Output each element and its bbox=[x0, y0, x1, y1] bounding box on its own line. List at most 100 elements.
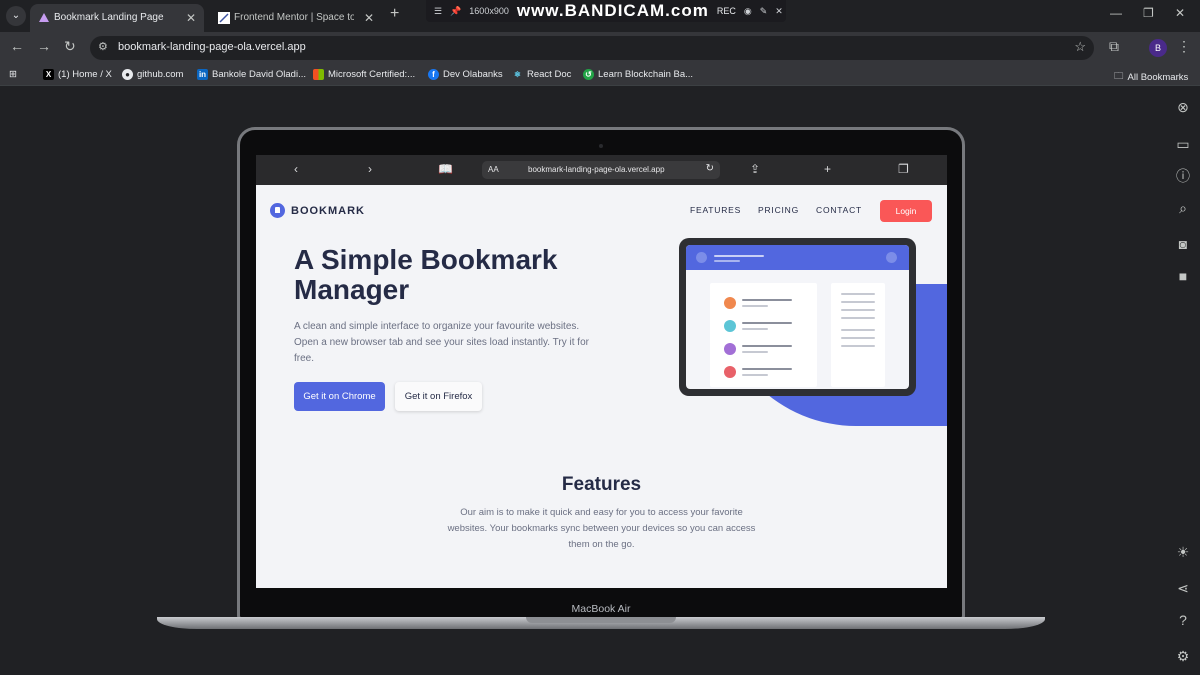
brightness-icon[interactable]: ☀ bbox=[1174, 543, 1192, 561]
purple-dot bbox=[724, 343, 736, 355]
address-bar[interactable]: ⚙ bookmark-landing-page-ola.vercel.app ☆ bbox=[90, 36, 1094, 60]
side-line bbox=[841, 345, 875, 347]
tablet-list-card bbox=[710, 283, 817, 387]
list-line bbox=[742, 368, 792, 370]
vercel-favicon-icon bbox=[39, 13, 49, 22]
list-line bbox=[742, 328, 768, 330]
inner-address-bar[interactable]: AA bookmark-landing-page-ola.vercel.app … bbox=[482, 161, 720, 179]
close-window-icon[interactable]: ✕ bbox=[1175, 6, 1185, 20]
bookmark-microsoft[interactable]: Microsoft Certified:... bbox=[313, 69, 415, 80]
tablet-header-line bbox=[714, 260, 740, 262]
bookmark-react-doc[interactable]: ⚛ React Doc bbox=[512, 69, 571, 80]
login-button[interactable]: Login bbox=[880, 200, 932, 222]
get-chrome-button[interactable]: Get it on Chrome bbox=[294, 382, 385, 411]
side-line bbox=[841, 309, 875, 311]
menu-icon[interactable]: ☰ bbox=[434, 6, 442, 17]
recorder-rec[interactable]: REC bbox=[717, 6, 736, 16]
inner-forward-icon[interactable]: › bbox=[368, 162, 372, 176]
share-icon[interactable]: ⇪ bbox=[750, 162, 760, 176]
x-icon: X bbox=[43, 69, 54, 80]
get-firefox-button[interactable]: Get it on Firefox bbox=[395, 382, 482, 411]
inner-back-icon[interactable]: ‹ bbox=[294, 162, 298, 176]
address-url[interactable]: bookmark-landing-page-ola.vercel.app bbox=[118, 41, 306, 53]
profile-avatar[interactable]: B bbox=[1149, 39, 1167, 57]
close-tab-icon[interactable]: ✕ bbox=[364, 4, 374, 32]
site-info-icon[interactable]: ⚙ bbox=[98, 40, 108, 53]
responsive-viewer-sidebar: ⊗ ▭ ⓘ ⌕ ◙ ■ ☀ ⋖ ? ⚙ bbox=[1166, 88, 1200, 675]
hero-title: A Simple Bookmark Manager bbox=[294, 244, 558, 305]
inner-reload-icon[interactable]: ↻ bbox=[706, 163, 714, 174]
screenshot-icon[interactable]: ◙ bbox=[1174, 235, 1192, 253]
more-menu-icon[interactable]: ⋮ bbox=[1177, 38, 1191, 55]
nav-features[interactable]: FEATURES bbox=[690, 205, 741, 215]
react-icon: ⚛ bbox=[513, 70, 522, 79]
facebook-icon: f bbox=[428, 69, 439, 80]
side-line bbox=[841, 317, 875, 319]
inner-browser-bar: ‹ › 📖 AA bookmark-landing-page-ola.verce… bbox=[256, 155, 947, 185]
reload-icon[interactable]: ↻ bbox=[64, 38, 76, 55]
pin-icon[interactable]: 📌 bbox=[450, 6, 461, 17]
website-viewport: BOOKMARK FEATURES PRICING CONTACT Login … bbox=[256, 185, 947, 588]
bookmark-x[interactable]: X (1) Home / X bbox=[43, 69, 112, 80]
red-dot bbox=[724, 366, 736, 378]
side-line bbox=[841, 301, 875, 303]
bookmark-linkedin[interactable]: in Bankole David Oladi... bbox=[197, 69, 306, 80]
list-line bbox=[742, 305, 768, 307]
tab-title: Bookmark Landing Page bbox=[54, 12, 164, 23]
help-icon[interactable]: ? bbox=[1174, 611, 1192, 629]
nav-contact[interactable]: CONTACT bbox=[816, 205, 862, 215]
new-tab-icon[interactable]: + bbox=[390, 5, 399, 23]
text-size-toggle[interactable]: AA bbox=[488, 165, 499, 174]
close-circle-icon[interactable]: ⊗ bbox=[1174, 98, 1192, 116]
minimize-icon[interactable]: — bbox=[1110, 6, 1122, 20]
blockchain-icon: ↺ bbox=[583, 69, 594, 80]
device-label: MacBook Air bbox=[571, 603, 631, 615]
recorder-resolution: 1600x900 bbox=[469, 6, 509, 16]
recorder-brand: www.BANDICAM.com bbox=[516, 1, 709, 20]
tab-bookmark-landing[interactable]: Bookmark Landing Page ✕ bbox=[30, 4, 204, 32]
inner-url: bookmark-landing-page-ola.vercel.app bbox=[528, 165, 665, 174]
bookmarks-bar: ⊞ X (1) Home / X ● github.com in Bankole Da… bbox=[0, 64, 1200, 86]
bookmark-github[interactable]: ● github.com bbox=[122, 69, 183, 80]
devices-icon[interactable]: ▭ bbox=[1174, 135, 1192, 153]
tab-title: Frontend Mentor | Space tourism bbox=[234, 12, 354, 23]
camera-icon[interactable]: ◉ bbox=[744, 6, 752, 17]
list-line bbox=[742, 322, 792, 324]
tablet-screen bbox=[686, 245, 909, 389]
nav-pricing[interactable]: PRICING bbox=[758, 205, 799, 215]
logo-text: BOOKMARK bbox=[291, 204, 365, 217]
bookmark-dev-olabanks[interactable]: f Dev Olabanks bbox=[428, 69, 503, 80]
tablet-avatar-dot bbox=[696, 252, 707, 263]
restore-icon[interactable]: ❐ bbox=[1143, 6, 1154, 20]
apps-grid-icon[interactable]: ⊞ bbox=[9, 69, 17, 80]
tabs-icon[interactable]: ❐ bbox=[898, 162, 909, 176]
macbook-notch bbox=[526, 617, 676, 623]
share-icon[interactable]: ⋖ bbox=[1174, 579, 1192, 597]
microsoft-icon bbox=[313, 69, 324, 80]
reader-book-icon[interactable]: 📖 bbox=[438, 162, 453, 176]
forward-arrow-icon[interactable]: → bbox=[37, 38, 51, 54]
linkedin-icon: in bbox=[197, 69, 208, 80]
all-bookmarks[interactable]: 🗀 All Bookmarks bbox=[1114, 69, 1188, 85]
features-description: Our aim is to make it quick and easy for… bbox=[447, 507, 756, 550]
recorder-overlay: ☰ 📌 1600x900 www.BANDICAM.com REC ◉ ✎ ✕ bbox=[426, 0, 786, 22]
bookmark-logo-icon bbox=[270, 203, 285, 218]
settings-gear-icon[interactable]: ⚙ bbox=[1174, 647, 1192, 665]
close-icon[interactable]: ✕ bbox=[775, 6, 783, 17]
features-title: Features bbox=[561, 474, 642, 495]
bookmark-star-icon[interactable]: ☆ bbox=[1074, 39, 1086, 55]
pencil-icon[interactable]: ✎ bbox=[760, 6, 768, 17]
back-arrow-icon[interactable]: ← bbox=[10, 38, 24, 54]
extensions-icon[interactable]: ⧉ bbox=[1109, 38, 1119, 55]
orange-dot bbox=[724, 297, 736, 309]
info-icon[interactable]: ⓘ bbox=[1174, 167, 1192, 185]
video-icon[interactable]: ■ bbox=[1174, 267, 1192, 285]
new-tab-plus-icon[interactable]: + bbox=[824, 162, 831, 176]
site-logo[interactable]: BOOKMARK bbox=[270, 203, 365, 218]
bookmark-blockchain[interactable]: ↺ Learn Blockchain Ba... bbox=[583, 69, 693, 80]
side-line bbox=[841, 293, 875, 295]
tab-search-button[interactable]: ⌄ bbox=[6, 6, 26, 26]
tab-frontend-mentor[interactable]: Frontend Mentor | Space tourism ✕ bbox=[210, 4, 382, 32]
close-tab-icon[interactable]: ✕ bbox=[186, 4, 196, 32]
zoom-icon[interactable]: ⌕ bbox=[1174, 199, 1192, 217]
